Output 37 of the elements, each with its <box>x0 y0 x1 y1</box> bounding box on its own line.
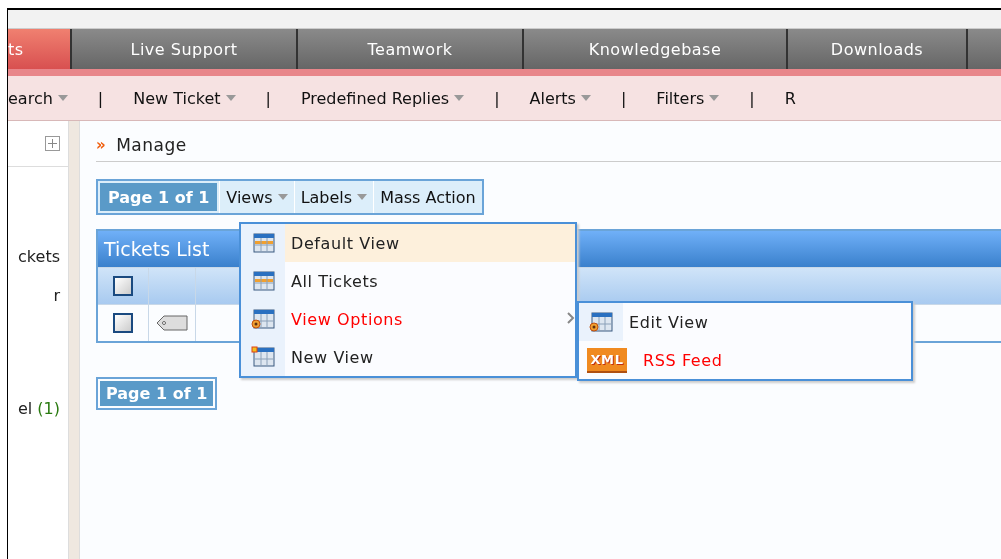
feed-badge: XML <box>587 347 627 373</box>
nav-tab[interactable]: Downloads <box>788 29 968 69</box>
nav-tab[interactable]: Live Support <box>72 29 298 69</box>
nav-menu-item[interactable]: Alerts <box>529 88 591 108</box>
menu-item[interactable]: View Options <box>241 300 575 338</box>
table-icon <box>251 270 275 292</box>
nav-tab[interactable]: Knowledgebase <box>524 29 788 69</box>
nav-menu-item[interactable]: New Ticket <box>133 88 236 108</box>
nav-separator: | <box>749 88 755 108</box>
pager-label: Page 1 of 1 <box>96 377 218 410</box>
nav-menu-item[interactable]: R <box>784 88 796 108</box>
nav-separator: | <box>494 88 500 108</box>
pager-label: Page 1 of 1 <box>100 183 218 211</box>
menu-item[interactable]: New View <box>241 338 575 376</box>
nav-menu-item[interactable]: Predefined Replies <box>300 88 465 108</box>
nav-separator: | <box>265 88 271 108</box>
select-all-checkbox[interactable] <box>113 276 133 296</box>
table-gear-icon <box>251 308 275 330</box>
menu-item[interactable]: Edit View <box>579 303 911 341</box>
sidebar-link[interactable]: el (1) <box>17 399 60 418</box>
table-gear-icon <box>589 311 613 333</box>
nav-menu-item[interactable]: Filters <box>656 88 720 108</box>
nav-separator: | <box>620 88 627 108</box>
nav-separator: | <box>97 88 104 108</box>
nav-tab[interactable]: Teamwork <box>298 29 524 69</box>
table-icon <box>251 232 275 254</box>
expand-icon[interactable] <box>45 136 60 151</box>
menu-item[interactable]: All Tickets <box>241 262 575 300</box>
breadcrumb-marker: » <box>96 136 107 154</box>
tag-icon[interactable] <box>156 315 188 331</box>
nav-menu-item[interactable]: earch <box>8 88 68 108</box>
menu-item[interactable]: Default View <box>241 224 575 262</box>
page-title: Manage <box>116 135 187 155</box>
row-checkbox[interactable] <box>113 313 133 333</box>
sidebar-link[interactable]: ckets <box>18 247 60 266</box>
sidebar-link[interactable]: r <box>53 286 60 305</box>
menu-item[interactable]: XML RSS Feed <box>579 341 911 379</box>
